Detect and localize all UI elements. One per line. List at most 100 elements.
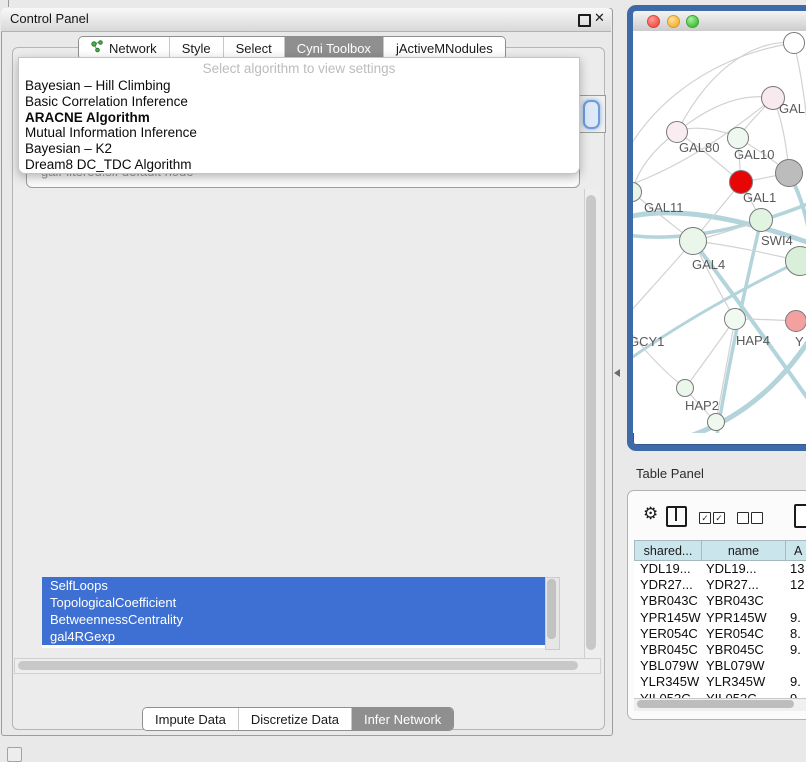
node-label-gal10: GAL10: [734, 147, 774, 162]
cell: YBR043C: [706, 593, 764, 609]
table-panel-title: Table Panel: [636, 466, 704, 481]
check-glyph: ✓: [715, 513, 723, 523]
network-node[interactable]: [707, 413, 725, 431]
attributes-scrollbar-thumb[interactable]: [547, 579, 556, 639]
tab-network[interactable]: Network: [79, 37, 170, 59]
network-tab-icon: [91, 40, 104, 56]
algorithm-option[interactable]: Mutual Information Inference: [19, 125, 579, 141]
table-row[interactable]: YBR045CYBR045C9.: [634, 642, 806, 658]
cell: YBR045C: [640, 642, 698, 658]
network-node-salmon[interactable]: [785, 310, 806, 332]
table-row[interactable]: YBL079WYBL079W: [634, 658, 806, 674]
cell: YBL079W: [640, 658, 699, 674]
top-tick: [8, 0, 9, 7]
network-node-hap4[interactable]: [724, 308, 746, 330]
tab-cyni-toolbox[interactable]: Cyni Toolbox: [285, 37, 384, 59]
select-all-checkbox-icon[interactable]: ✓: [713, 512, 725, 524]
minimize-traffic-light-icon[interactable]: [667, 15, 680, 28]
table-row[interactable]: YIL052CYIL052C9: [634, 691, 806, 699]
node-label-gal11: GAL11: [644, 200, 684, 215]
algorithm-option[interactable]: Bayesian – Hill Climbing: [19, 78, 579, 94]
close-icon[interactable]: ✕: [594, 10, 605, 26]
cell: YIL052C: [706, 691, 757, 699]
tab-jactivemnodules-label: jActiveMNodules: [396, 41, 493, 56]
node-label: GAL: [779, 101, 805, 116]
cell: YDL19...: [706, 561, 757, 577]
node-label-gal80: GAL80: [679, 140, 719, 155]
tab-style[interactable]: Style: [170, 37, 224, 59]
table-header-clipped[interactable]: A: [785, 540, 806, 561]
attribute-item-selected[interactable]: SelfLoops: [42, 577, 545, 594]
float-window-icon[interactable]: [578, 14, 591, 27]
deselect-all-checkbox-icon[interactable]: [751, 512, 763, 524]
table-horizontal-scrollbar-thumb[interactable]: [637, 700, 794, 708]
cell: YPR145W: [706, 610, 767, 626]
attribute-item-selected[interactable]: BetweennessCentrality: [42, 611, 545, 628]
algorithm-option[interactable]: Bayesian – K2: [19, 141, 579, 157]
table-row[interactable]: YDR27...YDR27...12: [634, 577, 806, 593]
attribute-item-selected[interactable]: TopologicalCoefficient: [42, 594, 545, 611]
node-label-swi4: SWI4: [761, 233, 793, 248]
tab-select[interactable]: Select: [224, 37, 285, 59]
cell: 13: [790, 561, 804, 577]
table-row[interactable]: YLR345WYLR345W9.: [634, 674, 806, 690]
deselect-all-checkbox-icon[interactable]: [737, 512, 749, 524]
network-canvas[interactable]: GAL GAL80 GAL10 GAL1 GAL11 SWI4 GAL4 GCY…: [633, 31, 806, 433]
network-node-gal4[interactable]: [679, 227, 707, 255]
tab-impute-data-label: Impute Data: [155, 712, 226, 727]
bottom-tabbar: Impute Data Discretize Data Infer Networ…: [142, 707, 454, 731]
tab-infer-network[interactable]: Infer Network: [352, 708, 453, 730]
cell: 8.: [790, 626, 801, 642]
hidden-combo-stepper[interactable]: [583, 100, 600, 129]
cell: YER054C: [640, 626, 698, 642]
tab-discretize-data-label: Discretize Data: [251, 712, 339, 727]
node-label: Y: [795, 334, 804, 349]
table-header-name[interactable]: name: [701, 540, 786, 561]
column-layout-icon[interactable]: [666, 506, 687, 527]
cell: YBR043C: [640, 593, 698, 609]
close-traffic-light-icon[interactable]: [647, 15, 660, 28]
select-all-checkbox-icon[interactable]: ✓: [699, 512, 711, 524]
new-table-icon[interactable]: [794, 504, 806, 528]
table-rows: YDL19... YDL19... 13 YDR27...YDR27...12 YB…: [634, 561, 806, 698]
node-label-gcy1: GCY1: [629, 334, 664, 349]
network-node-gcy1[interactable]: [627, 311, 632, 331]
panel-divider-arrow-icon[interactable]: [614, 369, 620, 377]
settings-vertical-scrollbar-thumb[interactable]: [586, 195, 596, 650]
cell: YBR045C: [706, 642, 764, 658]
screen: Control Panel ✕ Network Style Select Cyn…: [0, 0, 806, 762]
tab-cyni-toolbox-label: Cyni Toolbox: [297, 41, 371, 56]
cell: YDL19...: [640, 561, 691, 577]
algorithm-option[interactable]: Basic Correlation Inference: [19, 94, 579, 110]
table-row[interactable]: YPR145WYPR145W9.: [634, 610, 806, 626]
zoom-traffic-light-icon[interactable]: [686, 15, 699, 28]
node-label-gal1: GAL1: [743, 190, 776, 205]
settings-horizontal-scrollbar-thumb[interactable]: [18, 661, 578, 670]
attribute-item-selected[interactable]: gal4RGexp: [42, 628, 545, 645]
network-view-window[interactable]: GAL GAL80 GAL10 GAL1 GAL11 SWI4 GAL4 GCY…: [627, 5, 806, 451]
network-node-gal10[interactable]: [727, 127, 749, 149]
network-node-hap2[interactable]: [676, 379, 694, 397]
tab-discretize-data[interactable]: Discretize Data: [239, 708, 352, 730]
algorithm-option[interactable]: Dream8 DC_TDC Algorithm: [19, 157, 579, 173]
network-node[interactable]: [783, 32, 805, 54]
tab-jactivemnodules[interactable]: jActiveMNodules: [384, 37, 505, 59]
cell: YIL052C: [640, 691, 691, 699]
cell: YLR345W: [706, 674, 765, 690]
table-header-shared[interactable]: shared...: [634, 540, 702, 561]
data-attributes-list: SelfLoops TopologicalCoefficient Between…: [42, 577, 545, 648]
check-glyph: ✓: [701, 513, 709, 523]
table-row[interactable]: YBR043C YBR043C: [634, 593, 806, 609]
network-window-titlebar[interactable]: [633, 11, 806, 32]
gear-icon[interactable]: ⚙: [643, 504, 658, 524]
network-node-gal1[interactable]: [749, 208, 773, 232]
table-row[interactable]: YDL19... YDL19... 13: [634, 561, 806, 577]
network-node-gray[interactable]: [775, 159, 803, 187]
algorithm-option-selected[interactable]: ARACNE Algorithm: [19, 110, 579, 126]
algorithm-dropdown-popup: Select algorithm to view settings Bayesi…: [18, 57, 580, 174]
cell: YER054C: [706, 626, 764, 642]
collapsed-panel-handle[interactable]: [7, 747, 22, 762]
tab-impute-data[interactable]: Impute Data: [143, 708, 239, 730]
control-panel-titlebar[interactable]: [1, 8, 611, 32]
table-row[interactable]: YER054C YER054C 8.: [634, 626, 806, 642]
